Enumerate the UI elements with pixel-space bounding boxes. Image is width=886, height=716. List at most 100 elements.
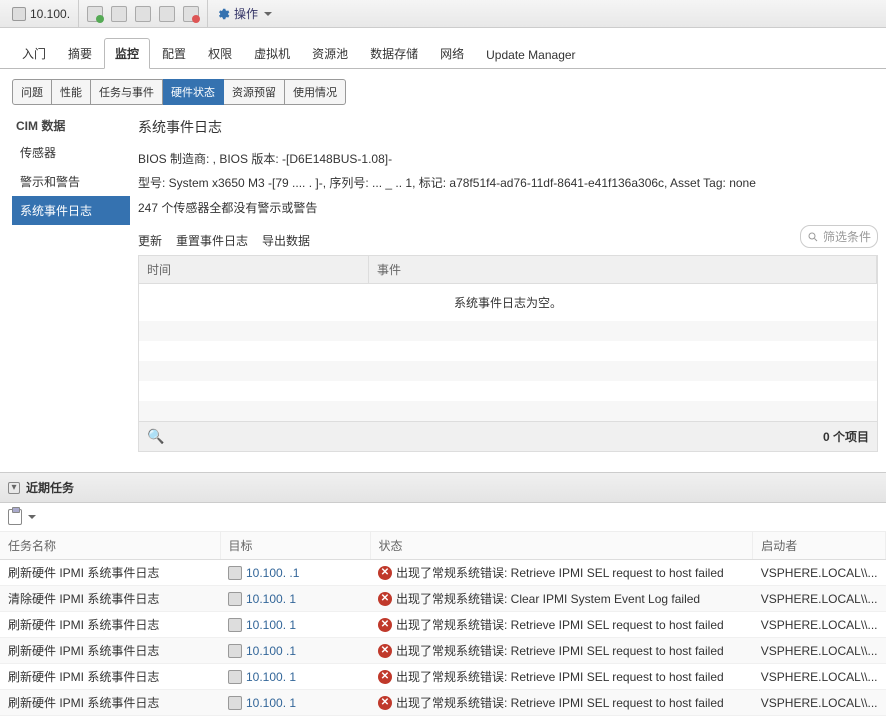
task-status-cell: ✕出现了常规系统错误: Retrieve IPMI SEL request to… xyxy=(370,560,753,586)
sub-tab-5[interactable]: 使用情况 xyxy=(285,79,346,105)
sub-tab-2[interactable]: 任务与事件 xyxy=(91,79,163,105)
error-icon: ✕ xyxy=(378,618,392,632)
toolbar-icon-group xyxy=(79,0,208,27)
task-initiator-cell: VSPHERE.LOCAL\\... xyxy=(753,586,886,612)
task-target-cell: 10.100. 1 xyxy=(220,586,370,612)
sidebar-item-0[interactable]: 传感器 xyxy=(12,138,130,167)
host-icon xyxy=(228,670,242,684)
task-status-cell: ✕出现了常规系统错误: Clear IPMI System Event Log … xyxy=(370,586,753,612)
sidebar-item-1[interactable]: 警示和警告 xyxy=(12,167,130,196)
clipboard-icon[interactable] xyxy=(8,509,22,525)
host-icon xyxy=(228,592,242,606)
grid-header: 时间 事件 xyxy=(139,256,877,284)
event-grid: 时间 事件 系统事件日志为空。 🔍 0 个项目 xyxy=(138,255,878,452)
content-row: CIM 数据 传感器警示和警告系统事件日志 系统事件日志 BIOS 制造商: ,… xyxy=(0,113,886,452)
sub-tab-0[interactable]: 问题 xyxy=(12,79,52,105)
collapse-icon[interactable]: ▾ xyxy=(8,482,20,494)
main-tab-5[interactable]: 虚拟机 xyxy=(244,39,300,68)
host-link[interactable]: 10.100. 1 xyxy=(228,670,362,684)
sidebar-item-2[interactable]: 系统事件日志 xyxy=(12,196,130,225)
action-link-2[interactable]: 导出数据 xyxy=(262,232,310,249)
th-initiator[interactable]: 启动者 xyxy=(753,532,886,560)
main-tab-4[interactable]: 权限 xyxy=(198,39,242,68)
recent-tasks-header[interactable]: ▾ 近期任务 xyxy=(0,472,886,503)
task-target-cell: 10.100. .1 xyxy=(220,560,370,586)
main-tab-0[interactable]: 入门 xyxy=(12,39,56,68)
filter-input[interactable]: 筛选条件 xyxy=(800,225,878,248)
th-target[interactable]: 目标 xyxy=(220,532,370,560)
chevron-down-icon xyxy=(264,12,272,16)
main-tab-7[interactable]: 数据存储 xyxy=(360,39,428,68)
task-row[interactable]: 刷新硬件 IPMI 系统事件日志 10.100. 1 ✕出现了常规系统错误: Ret… xyxy=(0,664,886,690)
task-row[interactable]: 刷新硬件 IPMI 系统事件日志 10.100. 1 ✕出现了常规系统错误: Ret… xyxy=(0,612,886,638)
col-time[interactable]: 时间 xyxy=(139,256,369,283)
task-row[interactable]: 清除硬件 IPMI 系统事件日志10.100. 1✕出现了常规系统错误: Cle… xyxy=(0,586,886,612)
item-count: 0 个项目 xyxy=(823,428,869,445)
main-tab-6[interactable]: 资源池 xyxy=(302,39,358,68)
host-icon xyxy=(12,7,26,21)
host-link[interactable]: 10.100. .1 xyxy=(228,566,362,580)
host-link[interactable]: 10.100. 1 xyxy=(228,618,362,632)
task-row[interactable]: 刷新硬件 IPMI 系统事件日志10.100 .1✕出现了常规系统错误: Ret… xyxy=(0,638,886,664)
task-initiator-cell: VSPHERE.LOCAL\\... xyxy=(753,664,886,690)
error-icon: ✕ xyxy=(378,566,392,580)
host-link[interactable]: 10.100 .1 xyxy=(228,644,362,658)
task-status-cell: ✕出现了常规系统错误: Retrieve IPMI SEL request to… xyxy=(370,664,753,690)
action-link-0[interactable]: 更新 xyxy=(138,232,162,249)
filter-row: 筛选条件 xyxy=(800,223,878,252)
actions-label: 操作 xyxy=(234,5,258,22)
model-info: 型号: System x3650 M3 -[79 .... . ]-, 序列号:… xyxy=(138,171,878,195)
sidebar: CIM 数据 传感器警示和警告系统事件日志 xyxy=(0,113,130,452)
actions-dropdown[interactable]: 操作 xyxy=(208,0,280,27)
main-tab-3[interactable]: 配置 xyxy=(152,39,196,68)
grid-empty-message: 系统事件日志为空。 xyxy=(139,284,877,321)
task-row[interactable]: 刷新硬件 IPMI 系统事件日志 10.100. .1 ✕出现了常规系统错误: Re… xyxy=(0,560,886,586)
host-ip: 10.100. xyxy=(30,7,70,21)
th-task-name[interactable]: 任务名称 xyxy=(0,532,220,560)
main-tab-1[interactable]: 摘要 xyxy=(58,39,102,68)
task-status-cell: ✕出现了常规系统错误: Retrieve IPMI SEL request to… xyxy=(370,638,753,664)
task-initiator-cell: VSPHERE.LOCAL\\... xyxy=(753,560,886,586)
host-link[interactable]: 10.100. 1 xyxy=(228,696,362,710)
main-tab-9[interactable]: Update Manager xyxy=(476,42,585,68)
task-status-cell: ✕出现了常规系统错误: Retrieve IPMI SEL request to… xyxy=(370,690,753,716)
top-toolbar: 10.100. 操作 xyxy=(0,0,886,28)
disconnect-icon[interactable] xyxy=(183,6,199,22)
error-icon: ✕ xyxy=(378,696,392,710)
task-target-cell: 10.100. 1 xyxy=(220,612,370,638)
pane-title: 系统事件日志 xyxy=(138,113,878,147)
host-link[interactable]: 10.100. 1 xyxy=(228,592,362,606)
recent-tasks-title: 近期任务 xyxy=(26,479,74,496)
reboot-icon[interactable] xyxy=(159,6,175,22)
binoculars-icon[interactable]: 🔍 xyxy=(147,428,164,445)
main-tabs: 入门摘要监控配置权限虚拟机资源池数据存储网络Update Manager xyxy=(0,28,886,69)
sub-tab-3[interactable]: 硬件状态 xyxy=(163,79,224,105)
error-icon: ✕ xyxy=(378,644,392,658)
host-indicator: 10.100. xyxy=(4,0,79,27)
task-name-cell: 刷新硬件 IPMI 系统事件日志 xyxy=(0,690,220,716)
host-icon xyxy=(228,566,242,580)
task-name-cell: 刷新硬件 IPMI 系统事件日志 xyxy=(0,664,220,690)
sub-tab-1[interactable]: 性能 xyxy=(52,79,91,105)
sub-tab-4[interactable]: 资源预留 xyxy=(224,79,285,105)
col-event[interactable]: 事件 xyxy=(369,256,877,283)
host-icon xyxy=(228,696,242,710)
main-tab-8[interactable]: 网络 xyxy=(430,39,474,68)
main-pane: 系统事件日志 BIOS 制造商: , BIOS 版本: -[D6E148BUS-… xyxy=(130,113,886,452)
exit-maintenance-icon[interactable] xyxy=(111,6,127,22)
task-name-cell: 刷新硬件 IPMI 系统事件日志 xyxy=(0,612,220,638)
action-link-1[interactable]: 重置事件日志 xyxy=(176,232,248,249)
th-status[interactable]: 状态 xyxy=(370,532,753,560)
task-row[interactable]: 刷新硬件 IPMI 系统事件日志 10.100. 1 ✕出现了常规系统错误: Ret… xyxy=(0,690,886,716)
main-tab-2[interactable]: 监控 xyxy=(104,38,150,69)
task-target-cell: 10.100. 1 xyxy=(220,664,370,690)
bios-info: BIOS 制造商: , BIOS 版本: -[D6E148BUS-1.08]- xyxy=(138,147,878,171)
task-target-cell: 10.100. 1 xyxy=(220,690,370,716)
enter-maintenance-icon[interactable] xyxy=(87,6,103,22)
power-icon[interactable] xyxy=(135,6,151,22)
task-status-cell: ✕出现了常规系统错误: Retrieve IPMI SEL request to… xyxy=(370,612,753,638)
chevron-down-icon[interactable] xyxy=(28,515,36,519)
filter-placeholder: 筛选条件 xyxy=(823,228,871,245)
task-name-cell: 刷新硬件 IPMI 系统事件日志 xyxy=(0,560,220,586)
host-icon xyxy=(228,618,242,632)
